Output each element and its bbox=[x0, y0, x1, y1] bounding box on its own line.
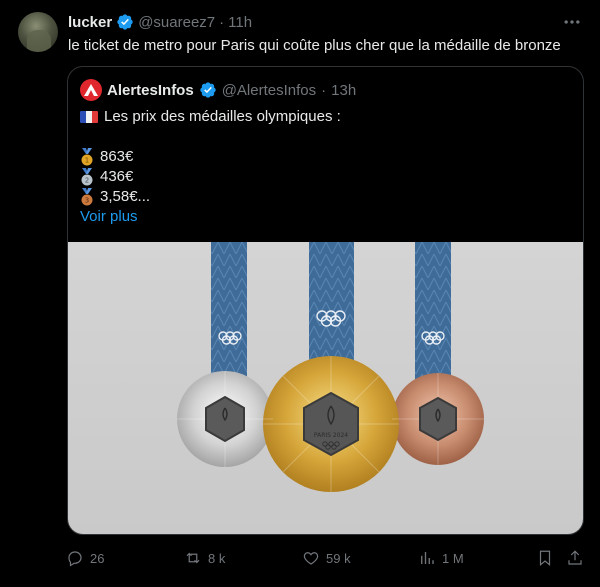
medal-engraving: PARIS 2024 bbox=[314, 432, 348, 439]
medals-photo[interactable]: PARIS 2024 bbox=[68, 242, 583, 534]
quote-verified-badge-icon bbox=[200, 82, 216, 98]
tweet[interactable]: lucker @suareez7 · 11h le ticket de metr… bbox=[0, 0, 600, 587]
bronze-medal-icon: 3 bbox=[81, 188, 93, 206]
more-options-icon[interactable] bbox=[562, 12, 582, 32]
tweet-text: le ticket de metro pour Paris qui coûte … bbox=[68, 37, 561, 54]
price-row-bronze: 3 3,58€... bbox=[80, 187, 341, 207]
bookmark-icon bbox=[539, 550, 551, 567]
quoted-tweet[interactable]: AlertesInfos @AlertesInfos · 13h Les pri… bbox=[67, 66, 584, 535]
view-count: 1 M bbox=[442, 550, 464, 566]
timestamp[interactable]: 11h bbox=[228, 14, 252, 31]
quote-separator: · bbox=[321, 81, 327, 99]
like-button[interactable]: 59 k bbox=[302, 548, 351, 568]
repost-button[interactable]: 8 k bbox=[184, 548, 225, 568]
gold-medal-icon: 1 bbox=[81, 148, 93, 166]
tweet-header: lucker @suareez7 · 11h bbox=[68, 12, 252, 32]
like-heart-icon bbox=[303, 552, 319, 565]
price-row-silver: 2 436€ bbox=[80, 167, 341, 187]
svg-text:3: 3 bbox=[85, 197, 89, 205]
quote-handle[interactable]: @AlertesInfos bbox=[222, 82, 316, 99]
handle[interactable]: @suareez7 bbox=[138, 14, 215, 31]
share-button[interactable] bbox=[566, 548, 584, 568]
display-name[interactable]: lucker bbox=[68, 14, 112, 31]
tweet-actions: 26 8 k 59 k 1 M bbox=[66, 548, 584, 568]
quote-display-name[interactable]: AlertesInfos bbox=[107, 82, 194, 99]
quote-timestamp[interactable]: 13h bbox=[331, 82, 356, 99]
quote-header: AlertesInfos @AlertesInfos · 13h bbox=[80, 79, 356, 101]
svg-text:2: 2 bbox=[85, 177, 89, 185]
analytics-bars-icon bbox=[421, 552, 434, 564]
bookmark-button[interactable] bbox=[536, 548, 554, 568]
bronze-price: 3,58€... bbox=[100, 188, 151, 205]
show-more-link[interactable]: Voir plus bbox=[80, 207, 138, 227]
france-flag-icon bbox=[80, 111, 98, 123]
price-row-gold: 1 863€ bbox=[80, 147, 341, 167]
verified-badge-icon bbox=[117, 14, 133, 30]
svg-text:1: 1 bbox=[85, 157, 89, 165]
quote-body: Les prix des médailles olympiques : 1 86… bbox=[80, 107, 341, 227]
avatar[interactable] bbox=[18, 12, 58, 52]
silver-price: 436€ bbox=[100, 168, 134, 185]
reply-icon bbox=[68, 551, 82, 567]
repost-icon bbox=[186, 552, 200, 564]
olympic-medals-image: PARIS 2024 bbox=[177, 242, 484, 492]
separator: · bbox=[219, 13, 225, 31]
share-icon bbox=[568, 550, 582, 565]
repost-count: 8 k bbox=[208, 550, 226, 566]
quote-headline-line: Les prix des médailles olympiques : bbox=[80, 107, 341, 127]
gold-price: 863€ bbox=[100, 148, 134, 165]
quote-headline: Les prix des médailles olympiques : bbox=[104, 108, 341, 125]
views-button[interactable]: 1 M bbox=[418, 548, 464, 568]
quote-avatar[interactable] bbox=[80, 79, 102, 101]
reply-count: 26 bbox=[90, 550, 105, 566]
like-count: 59 k bbox=[326, 550, 351, 566]
alert-logo-icon bbox=[84, 84, 98, 96]
reply-button[interactable]: 26 bbox=[66, 548, 104, 568]
silver-medal-icon: 2 bbox=[81, 168, 93, 186]
